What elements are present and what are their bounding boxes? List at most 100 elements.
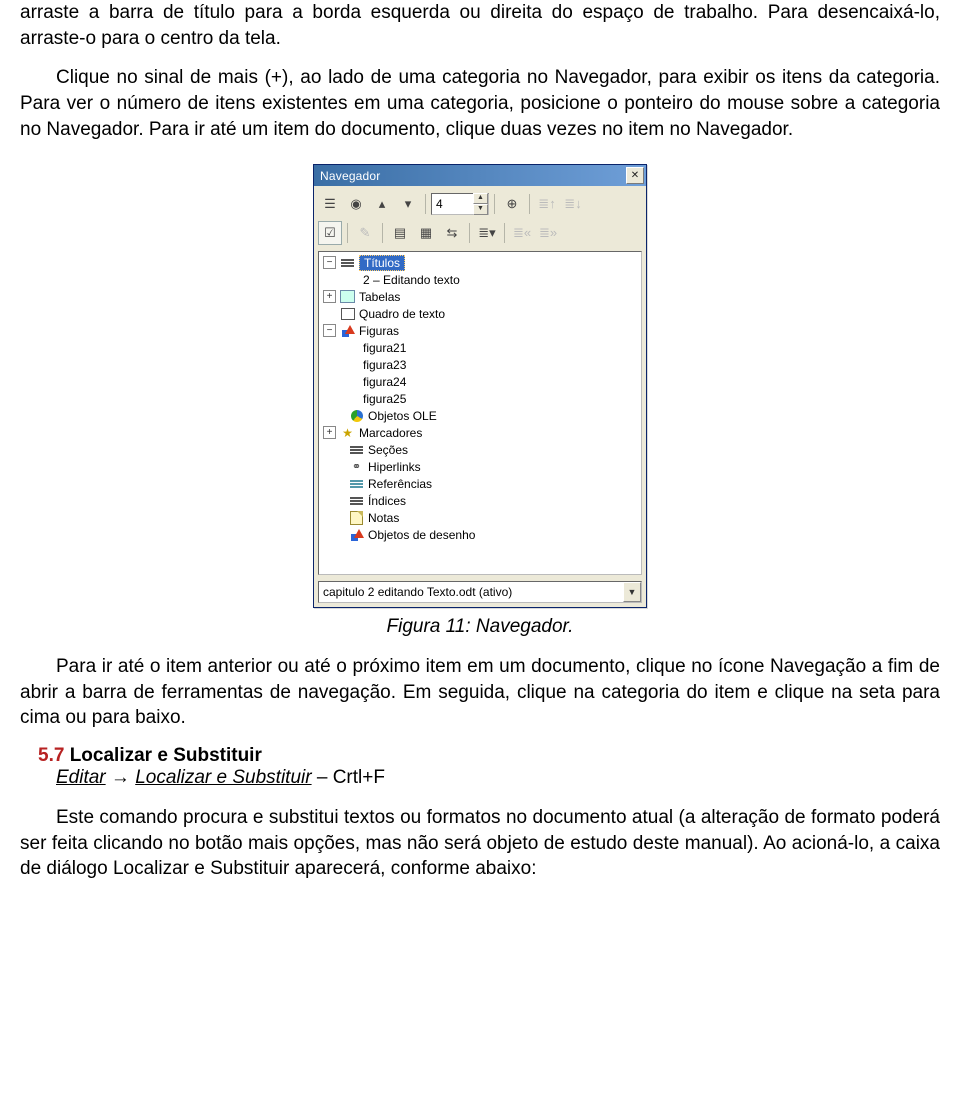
- set-reminder-icon[interactable]: ✎: [353, 221, 377, 245]
- expand-icon[interactable]: +: [323, 290, 336, 303]
- toggle-icon[interactable]: ☰: [318, 192, 342, 216]
- menu-dash: –: [312, 767, 333, 788]
- menu-editar: Editar: [56, 767, 106, 788]
- draw-objects-icon: [349, 528, 364, 542]
- intro-para-1: arraste a barra de título para a borda e…: [20, 0, 940, 51]
- para-navigation-tip: Para ir até o item anterior ou até o pró…: [20, 654, 940, 731]
- tree-item-ole[interactable]: Objetos OLE: [321, 407, 639, 424]
- section-title-text: Localizar e Substituir: [70, 745, 262, 766]
- collapse-icon[interactable]: −: [323, 256, 336, 269]
- navigator-window: Navegador ✕ ☰ ◉ ▴ ▾ 4 ▲▼ ⊕ ≣↑: [313, 164, 647, 608]
- toolbar-separator: [382, 223, 383, 243]
- tree-label: Tabelas: [359, 290, 400, 304]
- toolbar-separator: [469, 223, 470, 243]
- tree-label: Objetos de desenho: [368, 528, 475, 542]
- navigation-icon[interactable]: ◉: [344, 192, 368, 216]
- intro-para-2: Clique no sinal de mais (+), ao lado de …: [20, 65, 940, 142]
- promote-chapter-icon[interactable]: ≣↑: [535, 192, 559, 216]
- tree-child-figura23[interactable]: figura23: [321, 356, 639, 373]
- tree-label: Notas: [368, 511, 399, 525]
- tree-child-figura25[interactable]: figura25: [321, 390, 639, 407]
- chevron-down-icon[interactable]: ▼: [623, 582, 641, 602]
- table-icon: [340, 290, 355, 304]
- graphics-icon: [340, 324, 355, 338]
- section-number: 5.7: [38, 745, 64, 766]
- tree-item-notas[interactable]: Notas: [321, 509, 639, 526]
- tree-label: 2 – Editando texto: [363, 273, 460, 287]
- expand-icon[interactable]: +: [323, 426, 336, 439]
- tree-label: Figuras: [359, 324, 399, 338]
- spin-down-icon[interactable]: ▼: [473, 204, 488, 215]
- para-find-replace: Este comando procura e substitui textos …: [20, 805, 940, 882]
- toolbar-separator: [529, 194, 530, 214]
- heading-levels-icon[interactable]: ≣▾: [475, 221, 499, 245]
- spin-up-icon[interactable]: ▲: [473, 193, 488, 204]
- figure-caption: Figura 11: Navegador.: [20, 616, 940, 638]
- navigator-figure: Navegador ✕ ☰ ◉ ▴ ▾ 4 ▲▼ ⊕ ≣↑: [20, 164, 940, 608]
- tree-child-figura21[interactable]: figura21: [321, 339, 639, 356]
- tree-child-titulos-0[interactable]: 2 – Editando texto: [321, 271, 639, 288]
- next-icon[interactable]: ▾: [396, 192, 420, 216]
- tree-item-secoes[interactable]: Seções: [321, 441, 639, 458]
- bookmark-icon: ★: [340, 426, 355, 440]
- header-icon[interactable]: ▤: [388, 221, 412, 245]
- tree-item-tabelas[interactable]: + Tabelas: [321, 288, 639, 305]
- references-icon: [349, 477, 364, 491]
- tree-item-titulos[interactable]: − Títulos: [321, 254, 639, 271]
- notes-icon: [349, 511, 364, 525]
- tree-item-marcadores[interactable]: + ★ Marcadores: [321, 424, 639, 441]
- indexes-icon: [349, 494, 364, 508]
- toolbar-separator: [347, 223, 348, 243]
- demote-chapter-icon[interactable]: ≣↓: [561, 192, 585, 216]
- tree-label: Objetos OLE: [368, 409, 437, 423]
- tree-child-figura24[interactable]: figura24: [321, 373, 639, 390]
- tree-label: Índices: [368, 494, 406, 508]
- close-icon[interactable]: ✕: [626, 167, 644, 184]
- page-number-value: 4: [436, 197, 443, 211]
- tree-label: figura25: [363, 392, 406, 406]
- anchor-icon[interactable]: ⇆: [440, 221, 464, 245]
- navigator-tree[interactable]: − Títulos 2 – Editando texto + Tabelas: [318, 251, 642, 575]
- tree-item-desenho[interactable]: Objetos de desenho: [321, 526, 639, 543]
- tree-label: Marcadores: [359, 426, 422, 440]
- toolbar-separator: [504, 223, 505, 243]
- tree-label: Títulos: [359, 255, 405, 271]
- sections-icon: [349, 443, 364, 457]
- hyperlink-icon: ⚭: [349, 460, 364, 474]
- menu-path: Editar → Localizar e Substituir – Crtl+F: [56, 767, 940, 789]
- tree-label: figura24: [363, 375, 406, 389]
- tree-item-hiperlinks[interactable]: ⚭ Hiperlinks: [321, 458, 639, 475]
- menu-arrow: →: [106, 767, 136, 788]
- page-number-input[interactable]: 4 ▲▼: [431, 193, 489, 215]
- tree-item-indices[interactable]: Índices: [321, 492, 639, 509]
- tree-item-figuras[interactable]: − Figuras: [321, 322, 639, 339]
- footer-icon[interactable]: ▦: [414, 221, 438, 245]
- navigator-toolbar-row1: ☰ ◉ ▴ ▾ 4 ▲▼ ⊕ ≣↑ ≣↓: [318, 190, 642, 219]
- headings-icon: [340, 256, 355, 270]
- tree-label: figura21: [363, 341, 406, 355]
- tree-item-quadro[interactable]: Quadro de texto: [321, 305, 639, 322]
- toolbar-separator: [425, 194, 426, 214]
- tree-label: figura23: [363, 358, 406, 372]
- demote-level-icon[interactable]: ≣»: [536, 221, 560, 245]
- menu-localizar: Localizar e Substituir: [135, 767, 311, 788]
- collapse-icon[interactable]: −: [323, 324, 336, 337]
- tree-label: Quadro de texto: [359, 307, 445, 321]
- ole-icon: [349, 409, 364, 423]
- navigator-titlebar[interactable]: Navegador ✕: [314, 165, 646, 186]
- text-frame-icon: [340, 307, 355, 321]
- content-view-icon[interactable]: ☑: [318, 221, 342, 245]
- drag-mode-icon[interactable]: ⊕: [500, 192, 524, 216]
- tree-item-referencias[interactable]: Referências: [321, 475, 639, 492]
- toolbar-separator: [494, 194, 495, 214]
- prev-icon[interactable]: ▴: [370, 192, 394, 216]
- section-heading: 5.7 Localizar e Substituir: [38, 745, 940, 767]
- navigator-toolbar-row2: ☑ ✎ ▤ ▦ ⇆ ≣▾ ≣« ≣»: [318, 219, 642, 251]
- tree-label: Referências: [368, 477, 432, 491]
- promote-level-icon[interactable]: ≣«: [510, 221, 534, 245]
- navigator-title: Navegador: [320, 169, 381, 183]
- document-combo[interactable]: capitulo 2 editando Texto.odt (ativo) ▼: [318, 581, 642, 603]
- menu-shortcut: Crtl+F: [333, 767, 385, 788]
- document-combo-value: capitulo 2 editando Texto.odt (ativo): [323, 585, 512, 599]
- tree-label: Seções: [368, 443, 408, 457]
